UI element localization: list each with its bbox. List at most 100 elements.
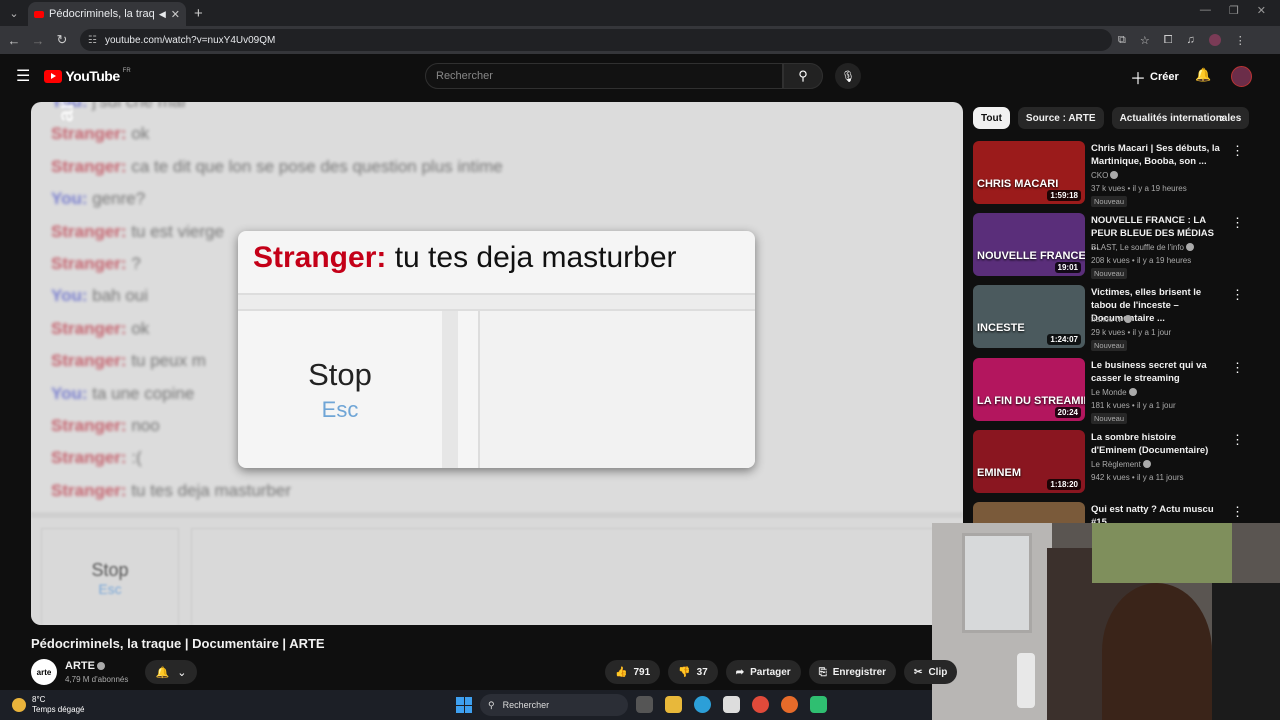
- channel-text: Le Monde: [1091, 387, 1127, 397]
- search-icon: ⚲: [488, 699, 495, 710]
- save-button[interactable]: ⎘ Enregistrer: [808, 660, 897, 684]
- channel-name[interactable]: ARTE: [65, 660, 105, 672]
- task-view-icon[interactable]: [636, 696, 653, 713]
- zoomed-text: tu tes deja masturber: [386, 241, 677, 274]
- tab-list-button[interactable]: ⌄: [4, 3, 24, 23]
- chevron-right-icon[interactable]: ›: [1220, 110, 1224, 125]
- recommended-channel[interactable]: france tv: [1091, 315, 1132, 324]
- app-icon[interactable]: [810, 696, 827, 713]
- chat-sender: You:: [51, 286, 88, 306]
- profile-avatar-icon[interactable]: [1208, 33, 1221, 46]
- screen: { "browser": { "tab_title": "Pédocrimine…: [0, 0, 1280, 720]
- recommended-video[interactable]: INCESTE 1:24:07 Victimes, elles brisent le…: [973, 285, 1273, 352]
- more-options-icon[interactable]: ⋮: [1231, 287, 1244, 303]
- recommended-channel[interactable]: BLAST, Le souffle de l'info: [1091, 243, 1194, 252]
- new-tab-button[interactable]: +: [194, 5, 203, 22]
- share-button[interactable]: ➦ Partager: [725, 660, 801, 684]
- chat-message: ?: [131, 253, 141, 273]
- minimize-icon[interactable]: —: [1200, 4, 1211, 17]
- youtube-logo[interactable]: YouTube FR: [44, 68, 131, 84]
- tab-close-icon[interactable]: ✕: [171, 8, 180, 21]
- notifications-bell-icon[interactable]: 🔔: [1195, 67, 1211, 83]
- webcam-person: [1102, 583, 1212, 720]
- stop-label: Stop: [308, 356, 372, 392]
- recommended-video[interactable]: CHRIS MACARI 1:59:18 Chris Macari | Ses dé…: [973, 141, 1273, 207]
- search-input[interactable]: Rechercher: [425, 63, 783, 89]
- browser-menu-icon[interactable]: ⋮: [1235, 34, 1246, 47]
- close-window-icon[interactable]: ✕: [1257, 4, 1266, 17]
- windows-start-icon[interactable]: [456, 697, 472, 713]
- url-bar[interactable]: ☷ youtube.com/watch?v=nuxY4Uv09QM: [80, 29, 1112, 51]
- arte-watermark: arte: [53, 102, 79, 122]
- firefox-icon[interactable]: [781, 696, 798, 713]
- video-thumbnail[interactable]: LA FIN DU STREAMING20:24: [973, 357, 1085, 421]
- file-explorer-icon[interactable]: [665, 696, 682, 713]
- video-actions: 👍 791 👎 37 ➦ Partager ⎘ Enregistrer ✂ Cl…: [605, 660, 958, 684]
- channel-text: CKO: [1091, 171, 1109, 180]
- clip-label: Clip: [928, 666, 948, 678]
- verified-icon: [1110, 171, 1119, 179]
- filter-chip[interactable]: Source : ARTE: [1017, 107, 1104, 129]
- edge-icon[interactable]: [694, 696, 711, 713]
- extensions-icon[interactable]: ⧠: [1164, 34, 1173, 47]
- more-options-icon[interactable]: ⋮: [1231, 215, 1244, 231]
- site-info-icon[interactable]: ☷: [88, 35, 97, 46]
- recommended-channel[interactable]: Le Règlement: [1091, 459, 1151, 469]
- create-button[interactable]: ＋ Créer: [1130, 65, 1179, 89]
- recommended-title[interactable]: Chris Macari | Ses débuts, la Martinique…: [1091, 142, 1221, 168]
- more-options-icon[interactable]: ⋮: [1231, 432, 1244, 448]
- window-controls: — ❐ ✕: [1200, 4, 1266, 17]
- blurred-stop-label: Stop: [91, 559, 129, 580]
- webcam-overlay: [932, 523, 1280, 720]
- recommended-meta: 942 k vues • il y a 11 jours: [1091, 472, 1184, 482]
- recommended-channel[interactable]: CKO: [1091, 171, 1119, 180]
- forward-icon[interactable]: →: [26, 33, 50, 48]
- taskbar-search[interactable]: ⚲ Rechercher: [480, 694, 628, 716]
- recommended-video[interactable]: NOUVELLE FRANCE 19:01 NOUVELLE FRANCE : LA…: [973, 213, 1273, 280]
- more-options-icon[interactable]: ⋮: [1231, 143, 1244, 159]
- tab-title: Pédocriminels, la traque | D: [49, 8, 154, 20]
- back-icon[interactable]: ←: [2, 33, 26, 48]
- windows-taskbar: 8°C Temps dégagé ⚲ Rechercher: [0, 690, 932, 720]
- recommended-title[interactable]: La sombre histoire d'Eminem (Documentair…: [1091, 431, 1221, 457]
- more-options-icon[interactable]: ⋮: [1231, 504, 1244, 520]
- chrome-icon[interactable]: [752, 696, 769, 713]
- weather-text: 8°C Temps dégagé: [32, 695, 84, 715]
- chat-message: tu est vierge: [131, 221, 224, 241]
- video-thumbnail[interactable]: CHRIS MACARI 1:59:18: [973, 141, 1085, 204]
- filter-chip[interactable]: Tout: [973, 107, 1010, 129]
- video-thumbnail[interactable]: EMINEM 1:18:20: [973, 429, 1085, 493]
- thumbnail-caption: EMINEM: [977, 466, 1021, 479]
- subscription-bell-button[interactable]: 🔔 ⌄: [145, 660, 197, 684]
- hamburger-menu-icon[interactable]: ☰: [16, 66, 30, 86]
- media-control-icon[interactable]: ♫: [1187, 34, 1195, 47]
- dislike-button[interactable]: 👎 37: [668, 660, 718, 684]
- video-thumbnail[interactable]: NOUVELLE FRANCE 19:01: [973, 213, 1085, 277]
- save-label: Enregistrer: [832, 666, 887, 678]
- clip-button[interactable]: ✂ Clip: [904, 660, 958, 684]
- more-options-icon[interactable]: ⋮: [1231, 360, 1244, 376]
- chat-message: :(: [131, 448, 142, 468]
- reload-icon[interactable]: ↻: [50, 32, 74, 48]
- store-icon[interactable]: [723, 696, 740, 713]
- duration-badge: 1:24:07: [1047, 334, 1081, 346]
- video-thumbnail[interactable]: INCESTE 1:24:07: [973, 285, 1085, 349]
- bookmark-star-icon[interactable]: ☆: [1140, 34, 1150, 47]
- install-app-icon[interactable]: ⧉: [1118, 34, 1126, 47]
- browser-tab[interactable]: Pédocriminels, la traque | D ◀ ✕: [28, 2, 186, 26]
- chat-message: noo: [131, 415, 160, 435]
- voice-search-button[interactable]: 🎙: [835, 63, 861, 89]
- channel-avatar[interactable]: arte: [31, 659, 57, 685]
- like-button[interactable]: 👍 791: [605, 660, 661, 684]
- recommended-video[interactable]: LA FIN DU STREAMING20:24Le business secr…: [973, 357, 1273, 424]
- filter-chip[interactable]: Actualités internationales: [1111, 107, 1250, 129]
- recommended-video[interactable]: EMINEM 1:18:20 La sombre histoire d'Eminem…: [973, 429, 1273, 494]
- chat-sender: Stranger:: [51, 351, 127, 371]
- search-button[interactable]: ⚲: [783, 63, 823, 89]
- recommended-title[interactable]: Le business secret qui va casser le stre…: [1091, 359, 1221, 385]
- account-avatar[interactable]: [1231, 66, 1252, 87]
- maximize-icon[interactable]: ❐: [1229, 4, 1239, 17]
- recommended-channel[interactable]: Le Monde: [1091, 387, 1137, 397]
- weather-widget[interactable]: 8°C Temps dégagé: [12, 695, 84, 715]
- dislike-count: 37: [696, 666, 708, 678]
